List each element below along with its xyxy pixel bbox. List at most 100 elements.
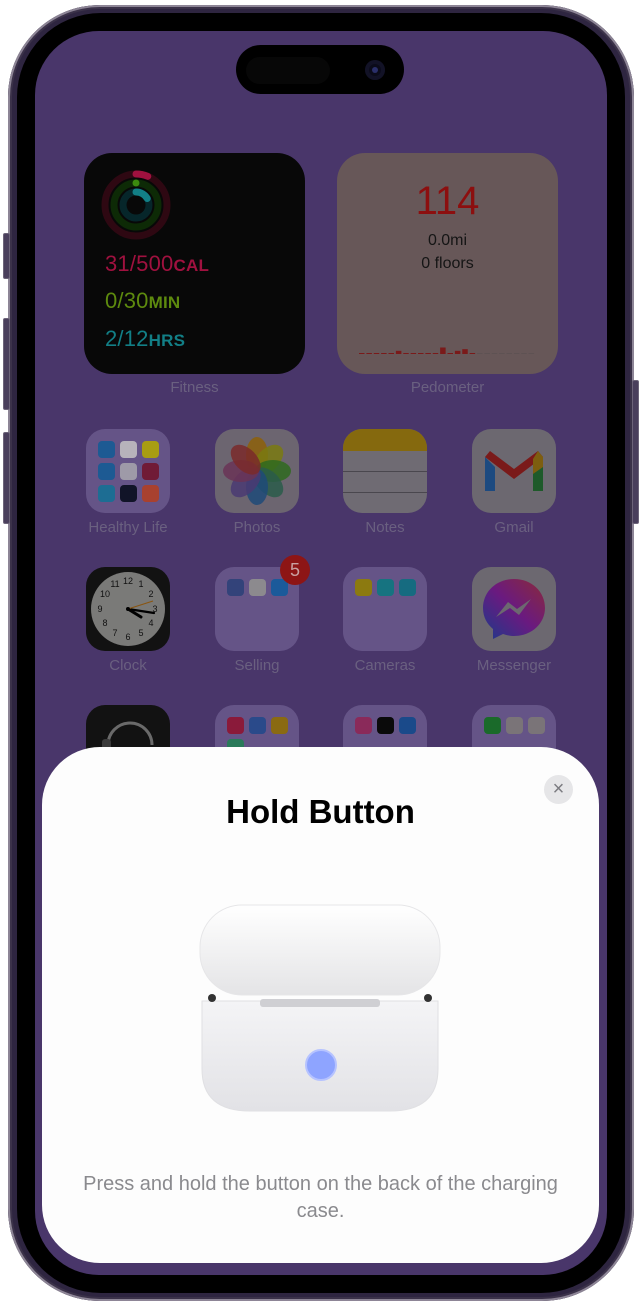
move-unit: CAL bbox=[173, 256, 210, 275]
volume-up-button bbox=[3, 318, 10, 410]
furbo-icon bbox=[355, 579, 372, 596]
app-gmail[interactable] bbox=[472, 429, 556, 513]
mini-app-icon bbox=[142, 485, 159, 502]
hourly-bar bbox=[521, 353, 527, 354]
hourly-bar bbox=[462, 349, 468, 354]
hourly-bar bbox=[366, 353, 372, 354]
exercise-stat: 0/30MIN bbox=[105, 288, 180, 314]
svg-text:11: 11 bbox=[110, 579, 119, 589]
app-folder-healthy-life[interactable] bbox=[86, 429, 170, 513]
stand-unit: HRS bbox=[148, 331, 186, 350]
app-label: Clock bbox=[109, 657, 147, 674]
svg-text:6: 6 bbox=[125, 632, 130, 642]
mini-heart-icon bbox=[120, 441, 137, 458]
hourly-bar bbox=[410, 353, 417, 354]
notification-badge: 5 bbox=[280, 555, 310, 585]
hourly-bar bbox=[395, 350, 402, 354]
stand-value: 2/12 bbox=[105, 326, 149, 351]
sheet-instructions: Press and hold the button on the back of… bbox=[83, 1173, 558, 1222]
gmail-m-icon bbox=[485, 451, 543, 491]
hourly-bar bbox=[373, 353, 380, 354]
hourly-bar bbox=[513, 353, 520, 354]
facebook-icon bbox=[399, 717, 416, 734]
app-clock[interactable]: 12 1 2 345 678 9 10 11 bbox=[86, 567, 170, 651]
move-ring bbox=[132, 170, 152, 180]
pedometer-widget-label: Pedometer bbox=[410, 379, 485, 396]
app-folder-cameras[interactable] bbox=[343, 567, 427, 651]
hourly-bar bbox=[447, 353, 453, 354]
ring-icon bbox=[377, 579, 394, 596]
mini-app-icon bbox=[271, 717, 288, 734]
front-camera-icon bbox=[365, 60, 385, 80]
tiktok-shop-icon bbox=[249, 579, 266, 596]
mini-app-icon bbox=[142, 441, 159, 458]
step-count: 114 bbox=[415, 179, 480, 223]
airpods-setup-sheet: × Hold Button Press and hold the button … bbox=[42, 747, 599, 1263]
exercise-ring bbox=[132, 179, 140, 187]
app-notes[interactable] bbox=[343, 429, 427, 513]
photos-flower-icon bbox=[223, 437, 291, 505]
youtube-shorts-icon bbox=[528, 717, 545, 734]
volume-down-button bbox=[3, 432, 10, 524]
activity-rings-icon bbox=[101, 170, 171, 240]
sheet-title: Hold Button bbox=[226, 793, 415, 830]
hourly-bar bbox=[454, 350, 461, 354]
power-button bbox=[632, 380, 639, 524]
youtube-icon bbox=[506, 717, 523, 734]
app-label: Messenger bbox=[476, 657, 552, 674]
home-screen: 31/500CAL 0/30MIN 2/12HRS Fitness 114 0.… bbox=[35, 31, 607, 1275]
messenger-bolt-icon bbox=[483, 579, 545, 639]
hourly-bar bbox=[469, 353, 476, 354]
svg-text:7: 7 bbox=[112, 628, 117, 638]
hourly-bar bbox=[359, 353, 365, 354]
distance: 0.0mi bbox=[427, 232, 468, 249]
mini-heart-icon bbox=[120, 463, 137, 480]
hourly-bar bbox=[477, 353, 483, 354]
svg-text:8: 8 bbox=[102, 618, 107, 628]
svg-text:12: 12 bbox=[123, 576, 133, 586]
move-value: 31/500 bbox=[105, 251, 174, 276]
app-label: Notes bbox=[365, 519, 405, 536]
notes-header-icon bbox=[343, 429, 427, 451]
hourly-bar bbox=[484, 353, 490, 354]
hourly-bar bbox=[506, 353, 512, 354]
mini-app-icon bbox=[484, 717, 501, 734]
app-photos[interactable] bbox=[215, 429, 299, 513]
mini-app-icon bbox=[142, 463, 159, 480]
svg-text:9: 9 bbox=[97, 604, 102, 614]
mini-fit-icon bbox=[120, 485, 137, 502]
hourly-bar bbox=[432, 353, 439, 354]
app-label: Healthy Life bbox=[88, 519, 168, 536]
mini-app-icon bbox=[98, 485, 115, 502]
floors: 0 floors bbox=[421, 255, 474, 272]
app-label: Selling bbox=[234, 657, 280, 674]
tiktok-icon bbox=[377, 717, 394, 734]
hourly-bar bbox=[381, 353, 387, 354]
mini-app-icon bbox=[227, 717, 244, 734]
dynamic-island bbox=[236, 45, 404, 94]
app-label: Gmail bbox=[494, 519, 534, 536]
notes-line bbox=[343, 471, 427, 472]
pedometer-widget[interactable]: 114 0.0mi 0 floors bbox=[337, 153, 558, 374]
blink-icon bbox=[399, 579, 416, 596]
pairing-button-indicator bbox=[305, 1049, 337, 1081]
svg-text:5: 5 bbox=[138, 628, 143, 638]
hourly-bar bbox=[388, 353, 394, 354]
hourly-bar bbox=[418, 353, 424, 354]
app-messenger[interactable] bbox=[472, 567, 556, 651]
hourly-bar bbox=[491, 353, 498, 354]
svg-text:10: 10 bbox=[100, 589, 110, 599]
mini-app-icon bbox=[98, 441, 115, 458]
hourly-bar bbox=[425, 353, 431, 354]
exercise-value: 0/30 bbox=[105, 288, 149, 313]
svg-text:1: 1 bbox=[138, 579, 143, 589]
exercise-unit: MIN bbox=[148, 293, 181, 312]
stand-ring bbox=[132, 188, 151, 203]
etsy-icon bbox=[227, 579, 244, 596]
notes-line bbox=[343, 492, 427, 493]
fitness-widget[interactable]: 31/500CAL 0/30MIN 2/12HRS bbox=[84, 153, 305, 374]
mini-wifi-icon bbox=[98, 463, 115, 480]
hourly-bar bbox=[499, 353, 505, 354]
action-button bbox=[3, 233, 10, 279]
app-label: Cameras bbox=[354, 657, 416, 674]
